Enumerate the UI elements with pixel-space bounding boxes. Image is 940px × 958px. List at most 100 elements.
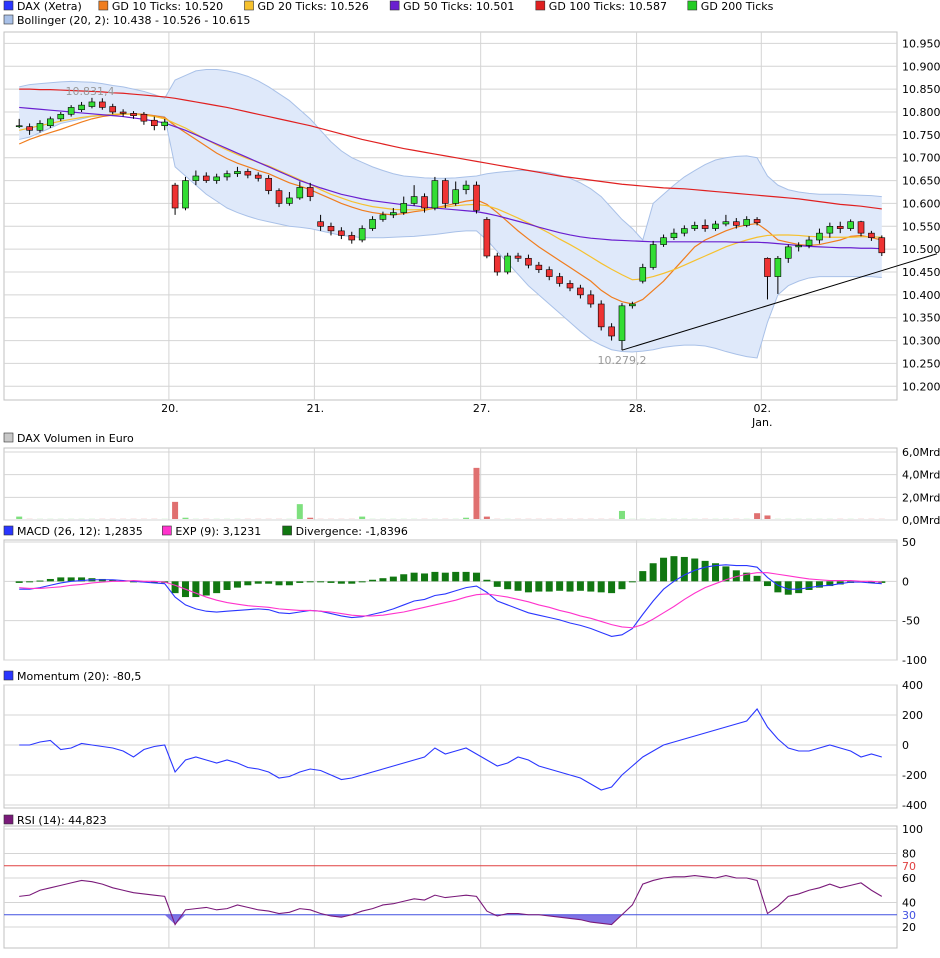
volume-bar bbox=[463, 517, 470, 519]
divergence-bar bbox=[296, 581, 304, 583]
volume-axis-label: 4,0Mrd bbox=[902, 469, 940, 482]
candle-body bbox=[639, 267, 647, 282]
candle-body bbox=[119, 111, 127, 114]
candle-body bbox=[202, 175, 210, 181]
candle-body bbox=[223, 173, 231, 178]
candle-body bbox=[493, 255, 501, 273]
candle-body bbox=[816, 232, 823, 241]
divergence-bar bbox=[462, 571, 470, 582]
legend-swatch bbox=[98, 0, 109, 11]
price-axis-label: 10.250 bbox=[902, 357, 940, 370]
candle-body bbox=[712, 223, 719, 229]
candle-body bbox=[618, 305, 626, 341]
price-axis-label: 10.300 bbox=[902, 335, 940, 348]
candle-body bbox=[67, 107, 75, 115]
price-axis-label: 10.900 bbox=[902, 60, 940, 73]
divergence-bar bbox=[369, 579, 377, 582]
candle-body bbox=[701, 225, 709, 229]
candle-body bbox=[743, 219, 750, 226]
candle-body bbox=[535, 264, 543, 271]
legend-swatch bbox=[162, 525, 172, 536]
legend-label: GD 100 Ticks: 10.587 bbox=[549, 0, 667, 13]
rsi-axis-label: 30 bbox=[902, 909, 916, 922]
candle-body bbox=[836, 225, 844, 229]
divergence-bar bbox=[192, 581, 200, 598]
divergence-bar bbox=[753, 575, 761, 582]
divergence-bar bbox=[566, 581, 574, 592]
divergence-bar bbox=[265, 581, 273, 584]
candle-body bbox=[327, 225, 335, 232]
divergence-bar bbox=[421, 573, 429, 582]
divergence-bar bbox=[213, 581, 221, 594]
candle-body bbox=[171, 184, 179, 209]
candle-body bbox=[764, 257, 771, 277]
candle-body bbox=[338, 230, 345, 236]
candle-body bbox=[597, 303, 605, 328]
rsi-axis-label: 80 bbox=[902, 848, 916, 861]
candle-body bbox=[140, 113, 148, 122]
legend-label: GD 20 Ticks: 10.526 bbox=[258, 0, 369, 13]
divergence-bar bbox=[597, 581, 605, 593]
price-axis-label: 10.550 bbox=[902, 220, 940, 233]
divergence-bar bbox=[639, 571, 647, 582]
candle-body bbox=[213, 176, 220, 181]
candle-body bbox=[99, 101, 106, 108]
price-axis-label: 10.800 bbox=[902, 106, 940, 119]
divergence-bar bbox=[680, 556, 688, 582]
candle-body bbox=[483, 219, 491, 257]
candle-body bbox=[47, 118, 54, 127]
candle-body bbox=[109, 106, 117, 113]
volume-bar bbox=[182, 517, 189, 519]
x-axis-label: 20. bbox=[161, 402, 179, 415]
candle-body bbox=[410, 196, 418, 204]
candle-body bbox=[473, 184, 480, 211]
low-annotation: 10.279,2 bbox=[597, 354, 646, 367]
candle-body bbox=[826, 225, 834, 234]
candle-body bbox=[192, 175, 200, 181]
candle-body bbox=[452, 189, 459, 204]
macd-axis-label: 50 bbox=[902, 536, 916, 549]
candle-body bbox=[660, 237, 667, 245]
candle-body bbox=[130, 113, 137, 116]
candle-body bbox=[774, 257, 782, 277]
macd-axis-label: -100 bbox=[902, 654, 927, 667]
divergence-bar bbox=[337, 581, 345, 584]
candle-body bbox=[151, 119, 158, 127]
candle-body bbox=[421, 196, 428, 209]
divergence-bar bbox=[618, 581, 626, 590]
volume-bar bbox=[754, 513, 761, 519]
price-axis-label: 10.600 bbox=[902, 197, 940, 210]
momentum-panel bbox=[3, 684, 898, 809]
candle-body bbox=[244, 171, 252, 176]
candle-body bbox=[182, 180, 189, 209]
price-axis-label: 10.650 bbox=[902, 175, 940, 188]
legend-swatch bbox=[244, 0, 254, 11]
candle-body bbox=[379, 214, 387, 220]
divergence-bar bbox=[26, 581, 34, 583]
divergence-bar bbox=[306, 581, 314, 583]
candle-body bbox=[670, 232, 678, 239]
price-axis-label: 10.400 bbox=[902, 289, 940, 302]
divergence-bar bbox=[317, 581, 325, 583]
price-axis-label: 10.350 bbox=[902, 312, 940, 325]
divergence-bar bbox=[171, 581, 179, 594]
divergence-bar bbox=[701, 560, 709, 582]
candle-body bbox=[784, 246, 792, 259]
rsi-axis-label: 100 bbox=[902, 823, 923, 836]
divergence-bar bbox=[576, 581, 584, 591]
candle-body bbox=[733, 221, 740, 226]
volume-bar bbox=[307, 517, 314, 519]
candle-body bbox=[514, 255, 522, 259]
divergence-bar bbox=[660, 557, 668, 582]
divergence-bar bbox=[233, 581, 241, 588]
divergence-bar bbox=[514, 581, 522, 591]
divergence-bar bbox=[57, 577, 65, 582]
divergence-bar bbox=[327, 581, 335, 583]
candle-body bbox=[369, 219, 376, 229]
candle-body bbox=[577, 287, 584, 296]
volume-bar bbox=[473, 467, 480, 519]
volume-axis-label: 6,0Mrd bbox=[902, 446, 940, 459]
volume-bar bbox=[483, 516, 490, 519]
divergence-bar bbox=[254, 581, 262, 584]
divergence-bar bbox=[556, 581, 564, 591]
